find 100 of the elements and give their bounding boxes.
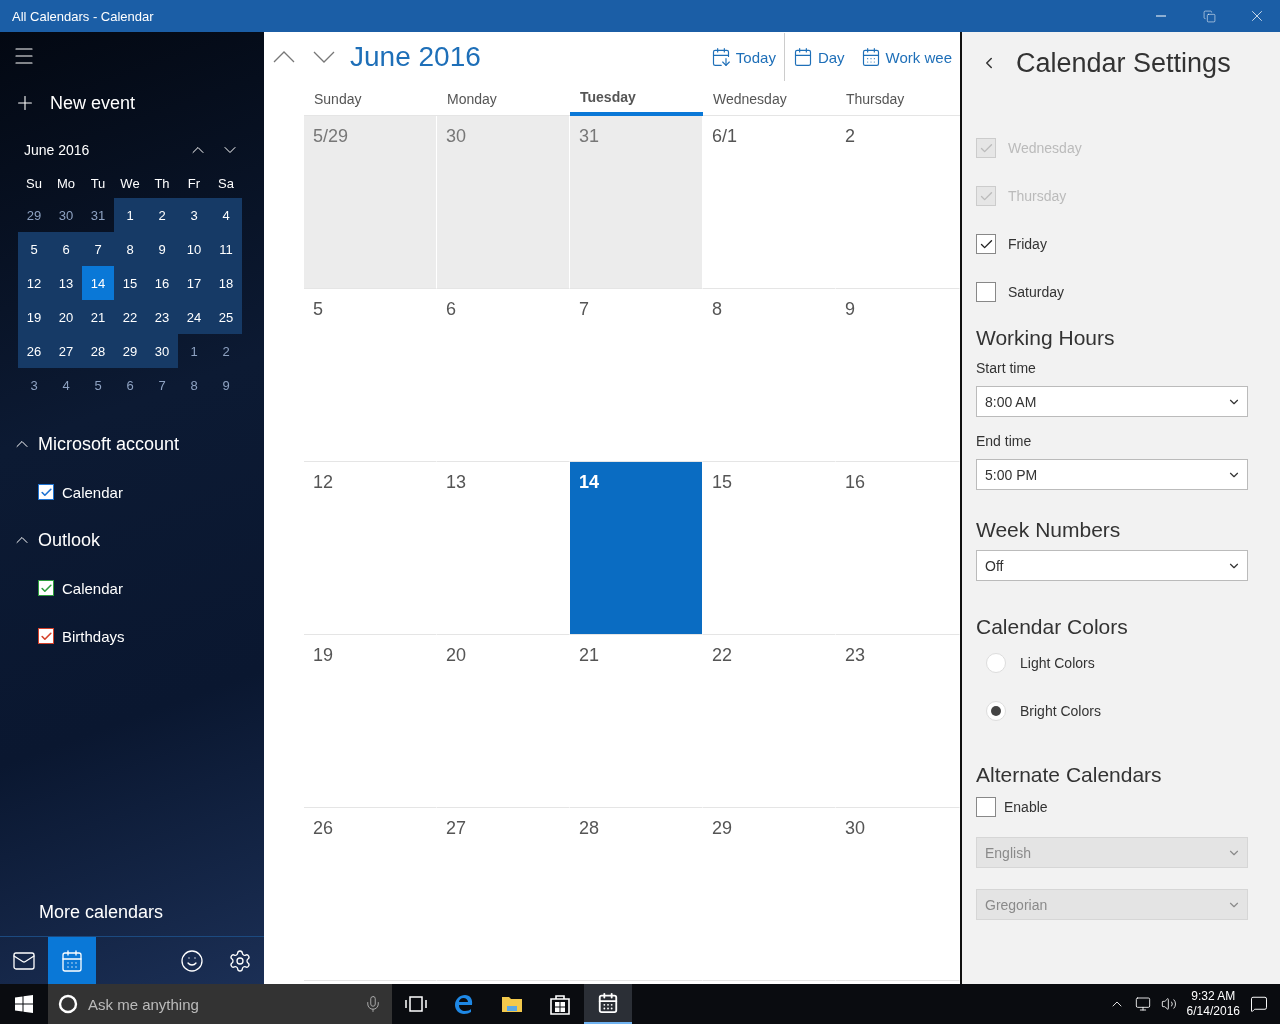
checkbox[interactable]: [38, 580, 54, 596]
checkbox-label: Saturday: [1008, 284, 1065, 300]
calendar-day[interactable]: 2: [210, 334, 242, 368]
calendar-day[interactable]: 23: [146, 300, 178, 334]
calendar-day[interactable]: 10: [178, 232, 210, 266]
calendar-day[interactable]: 12: [18, 266, 50, 300]
calendar-day[interactable]: 24: [178, 300, 210, 334]
calendar-day[interactable]: 22: [114, 300, 146, 334]
checkbox[interactable]: [38, 628, 54, 644]
calendar-day[interactable]: 31: [82, 198, 114, 232]
settings-icon: [228, 949, 252, 973]
calendar-day[interactable]: 3: [178, 198, 210, 232]
calendar-day[interactable]: 20: [50, 300, 82, 334]
calendar-day[interactable]: 19: [18, 300, 50, 334]
calendar-day[interactable]: 6: [114, 368, 146, 402]
calendar-day[interactable]: 7: [146, 368, 178, 402]
view-button[interactable]: Today: [702, 33, 784, 81]
account-header[interactable]: Outlook: [12, 516, 264, 564]
calendar-icon: [597, 992, 619, 1014]
calendar-day[interactable]: 21: [82, 300, 114, 334]
weekday-label: We: [119, 174, 141, 193]
calendar-day[interactable]: 15: [114, 266, 146, 300]
check-icon: [39, 485, 53, 499]
calendar-day[interactable]: 30: [50, 198, 82, 232]
calendar-today-icon: [710, 47, 731, 67]
weekday-label: Th: [153, 174, 171, 193]
clock-date: 6/14/2016: [1186, 1004, 1240, 1019]
checkbox-label: Friday: [1008, 236, 1047, 252]
day-cell[interactable]: 14: [570, 462, 703, 635]
month-title: June 2016: [350, 41, 482, 73]
calendar-day[interactable]: 7: [82, 232, 114, 266]
week-numbers-dropdown[interactable]: Off: [976, 550, 1248, 581]
account-header[interactable]: Microsoft account: [12, 420, 264, 468]
calendar-day[interactable]: 29: [114, 334, 146, 368]
checkbox[interactable]: [38, 484, 54, 500]
calendar-day[interactable]: 8: [178, 368, 210, 402]
new-event-button[interactable]: New event: [14, 92, 264, 114]
network-icon[interactable]: [1134, 996, 1151, 1012]
calendar-day[interactable]: 18: [210, 266, 242, 300]
circle-icon: [58, 994, 78, 1014]
start-time-dropdown[interactable]: 8:00 AM: [976, 386, 1248, 417]
nav-button[interactable]: [48, 937, 96, 985]
calendar-day[interactable]: 4: [210, 198, 242, 232]
windows-logo-icon: [15, 995, 33, 1013]
calendar-day[interactable]: 16: [146, 266, 178, 300]
notification-icon[interactable]: [1250, 995, 1268, 1013]
calendar-day[interactable]: 2: [146, 198, 178, 232]
calendar-name: Birthdays: [62, 627, 125, 645]
search-input[interactable]: Ask me anything: [86, 994, 356, 1014]
calendar-day[interactable]: 4: [50, 368, 82, 402]
calendar-day[interactable]: 17: [178, 266, 210, 300]
calendar-day[interactable]: 11: [210, 232, 242, 266]
calendar-day[interactable]: 26: [18, 334, 50, 368]
calendar-day[interactable]: 1: [178, 334, 210, 368]
calendar-day[interactable]: 8: [114, 232, 146, 266]
section-heading: Week Numbers: [976, 518, 1122, 542]
calendar-day[interactable]: 5: [18, 232, 50, 266]
radio-button[interactable]: [986, 653, 1006, 673]
weekday-label: Sa: [217, 174, 235, 193]
checkbox[interactable]: [976, 234, 996, 254]
calendar-day[interactable]: 14: [82, 266, 114, 300]
browser-icon: [453, 993, 475, 1015]
view-button[interactable]: Work wee: [852, 33, 960, 81]
calendar-day[interactable]: 29: [18, 198, 50, 232]
calendar-day[interactable]: 6: [50, 232, 82, 266]
restore-icon: [1202, 9, 1216, 23]
more-calendars-link[interactable]: More calendars: [0, 888, 264, 936]
checkbox[interactable]: [976, 282, 996, 302]
calendar-week-icon: [860, 47, 881, 67]
clock-time: 9:32 AM: [1191, 989, 1236, 1004]
clock[interactable]: 9:32 AM 6/14/2016: [1186, 989, 1240, 1019]
radio-label: Bright Colors: [1020, 703, 1101, 719]
smiley-icon: [180, 949, 204, 973]
calendar-day[interactable]: 9: [146, 232, 178, 266]
calendar-name: Calendar: [62, 579, 123, 597]
day-cell[interactable]: 31: [570, 116, 703, 289]
calendar-icon: [792, 47, 813, 67]
radio-button[interactable]: [986, 701, 1006, 721]
calendar-day[interactable]: 5: [82, 368, 114, 402]
calendar-day[interactable]: 13: [50, 266, 82, 300]
day-cell[interactable]: 5/29: [304, 116, 437, 289]
chevron-down-icon: [313, 51, 335, 63]
checkbox[interactable]: [976, 797, 996, 817]
task-view-icon: [405, 996, 427, 1012]
calendar-day[interactable]: 9: [210, 368, 242, 402]
calendar-day[interactable]: 27: [50, 334, 82, 368]
calendar-day[interactable]: 1: [114, 198, 146, 232]
checkbox-label: Enable: [1004, 799, 1048, 815]
calendar-day[interactable]: 3: [18, 368, 50, 402]
taskbar-app-button[interactable]: [584, 984, 632, 1024]
calendar-day[interactable]: 25: [210, 300, 242, 334]
month-title: June 2016: [24, 142, 91, 158]
folder-icon: [501, 995, 523, 1013]
calendar-day[interactable]: 28: [82, 334, 114, 368]
day-cell[interactable]: 30: [437, 116, 570, 289]
view-button[interactable]: Day: [783, 33, 853, 81]
calendar-day[interactable]: 30: [146, 334, 178, 368]
end-time-dropdown[interactable]: 5:00 PM: [976, 459, 1248, 490]
search-field[interactable]: Ask me anything: [48, 984, 392, 1024]
volume-icon[interactable]: [1160, 996, 1177, 1012]
